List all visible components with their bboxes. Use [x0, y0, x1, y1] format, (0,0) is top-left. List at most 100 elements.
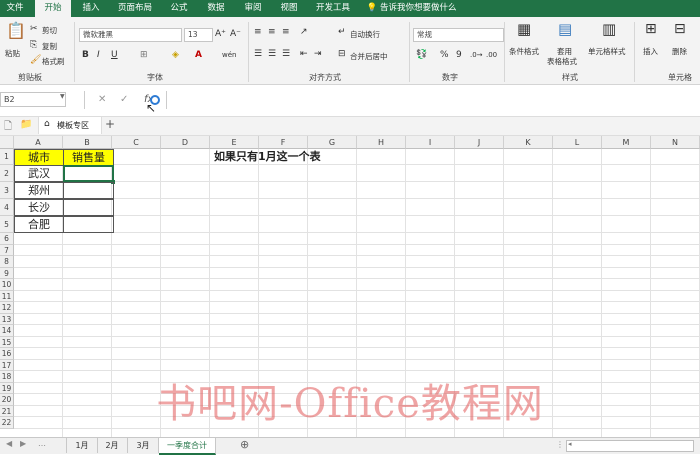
row-header[interactable]: 13 — [0, 313, 14, 325]
column-header[interactable]: J — [455, 136, 504, 149]
row-header[interactable]: 4 — [0, 199, 14, 216]
cell-B3[interactable] — [63, 182, 114, 199]
column-header[interactable]: K — [504, 136, 553, 149]
conditional-format-icon[interactable]: ▦ — [517, 22, 531, 37]
row-header[interactable]: 15 — [0, 336, 14, 348]
cell-A5[interactable]: 合肥 — [14, 216, 64, 233]
row-header[interactable]: 11 — [0, 290, 14, 302]
format-painter-button[interactable]: 格式刷 — [42, 56, 65, 67]
row-header[interactable]: 9 — [0, 267, 14, 279]
copy-button[interactable]: 复制 — [42, 41, 57, 52]
row-header[interactable]: 7 — [0, 244, 14, 256]
cell-styles-icon[interactable]: ▥ — [602, 22, 616, 37]
italic-button[interactable]: I — [97, 50, 100, 61]
merge-center-button[interactable]: 合并后居中 — [350, 51, 388, 62]
template-tab[interactable]: ⌂ 模板专区 — [38, 117, 102, 134]
cell-E1[interactable]: 如果只有1月这一个表 — [214, 149, 354, 165]
column-header[interactable]: F — [259, 136, 308, 149]
align-center-icon[interactable]: ☰ — [268, 49, 276, 60]
chevron-down-icon[interactable]: ▼ — [60, 93, 65, 100]
next-sheet-icon[interactable]: ▶ — [20, 439, 26, 448]
tab-view[interactable]: 视图 — [273, 0, 305, 17]
bold-button[interactable]: B — [82, 50, 89, 61]
underline-button[interactable]: U — [111, 50, 118, 61]
row-header[interactable]: 10 — [0, 279, 14, 291]
cell-styles-button[interactable]: 单元格样式 — [588, 46, 626, 57]
scissors-icon[interactable]: ✂ — [30, 24, 38, 35]
column-header[interactable]: N — [651, 136, 700, 149]
phonetic-icon[interactable]: wén — [222, 50, 236, 61]
insert-cells-icon[interactable]: ⊞ — [645, 22, 657, 36]
column-header[interactable]: M — [602, 136, 651, 149]
enter-icon[interactable]: ✓ — [120, 94, 128, 105]
row-header[interactable]: 3 — [0, 182, 14, 199]
cell-A3[interactable]: 郑州 — [14, 182, 64, 199]
grow-font-icon[interactable]: A⁺ — [215, 29, 226, 40]
currency-icon[interactable]: 💱 — [416, 50, 427, 61]
new-file-icon[interactable]: 🗋 — [4, 119, 12, 136]
column-header[interactable]: L — [553, 136, 602, 149]
tab-home[interactable]: 开始 — [35, 0, 71, 17]
folder-icon[interactable]: 📁 — [20, 119, 32, 130]
cell-B1[interactable]: 销售量 — [63, 149, 114, 166]
conditional-format-button[interactable]: 条件格式 — [509, 46, 539, 57]
column-header[interactable]: D — [161, 136, 210, 149]
tab-formulas[interactable]: 公式 — [163, 0, 195, 17]
percent-button[interactable]: % — [440, 50, 449, 61]
align-bottom-icon[interactable]: ≡ — [282, 27, 290, 38]
tab-insert[interactable]: 插入 — [76, 0, 106, 17]
cut-button[interactable]: 剪切 — [42, 25, 57, 36]
align-right-icon[interactable]: ☰ — [282, 49, 290, 60]
indent-icon[interactable]: ⇤ — [300, 49, 308, 60]
row-header[interactable]: 1 — [0, 149, 14, 165]
column-header[interactable]: I — [406, 136, 455, 149]
prev-sheet-icon[interactable]: ◀ — [6, 439, 12, 448]
row-header[interactable]: 12 — [0, 302, 14, 314]
border-icon[interactable]: ⊞ — [140, 50, 148, 61]
column-header[interactable]: C — [112, 136, 161, 149]
outdent-icon[interactable]: ⇥ — [314, 49, 322, 60]
horizontal-scrollbar[interactable]: ◂ — [566, 440, 694, 452]
row-header[interactable]: 8 — [0, 256, 14, 268]
tab-page-layout[interactable]: 页面布局 — [112, 0, 158, 17]
wrap-text-icon[interactable]: ↵ — [338, 27, 346, 38]
fill-color-icon[interactable]: ◈ — [172, 50, 179, 61]
format-as-table-label2[interactable]: 表格格式 — [547, 56, 577, 67]
tab-developer[interactable]: 开发工具 — [310, 0, 356, 17]
tab-file[interactable]: 文件 — [0, 0, 30, 17]
cell-B2-selected[interactable] — [63, 165, 114, 182]
column-header[interactable]: E — [210, 136, 259, 149]
insert-cells-button[interactable]: 插入 — [643, 46, 658, 57]
font-color-button[interactable]: A — [195, 50, 202, 61]
row-header[interactable]: 14 — [0, 325, 14, 337]
delete-cells-icon[interactable]: ⊟ — [674, 22, 686, 36]
column-header[interactable]: B — [63, 136, 112, 149]
tell-me-box[interactable]: 告诉我你想要做什么 — [380, 0, 460, 17]
select-all-corner[interactable] — [0, 136, 14, 149]
sheet-tab-3[interactable]: 3月 — [128, 438, 159, 453]
cancel-icon[interactable]: ✕ — [98, 94, 106, 105]
cell-B5[interactable] — [63, 216, 114, 233]
paste-icon[interactable]: 📋 — [6, 23, 26, 39]
align-left-icon[interactable]: ☰ — [254, 49, 262, 60]
format-painter-icon[interactable]: 🖌 — [30, 55, 41, 66]
name-box[interactable]: B2 — [0, 92, 66, 107]
sheet-tab-4[interactable]: 一季度合计 — [159, 438, 216, 455]
row-header[interactable]: 17 — [0, 359, 14, 371]
row-header[interactable]: 2 — [0, 165, 14, 182]
cell-A4[interactable]: 长沙 — [14, 199, 64, 216]
add-sheet-icon[interactable]: ⊕ — [240, 438, 249, 451]
orientation-icon[interactable]: ↗ — [300, 27, 308, 38]
number-format-select[interactable]: 常规 — [413, 28, 504, 42]
shrink-font-icon[interactable]: A⁻ — [230, 29, 241, 40]
column-header[interactable]: G — [308, 136, 357, 149]
row-header[interactable]: 5 — [0, 216, 14, 233]
column-header[interactable]: H — [357, 136, 406, 149]
row-header[interactable]: 16 — [0, 348, 14, 360]
wrap-text-button[interactable]: 自动换行 — [350, 29, 380, 40]
formula-input[interactable] — [166, 91, 700, 109]
delete-cells-button[interactable]: 删除 — [672, 46, 687, 57]
comma-button[interactable]: 9 — [456, 50, 462, 61]
decrease-decimal-icon[interactable]: .00 — [486, 50, 497, 61]
column-header[interactable]: A — [14, 136, 63, 149]
